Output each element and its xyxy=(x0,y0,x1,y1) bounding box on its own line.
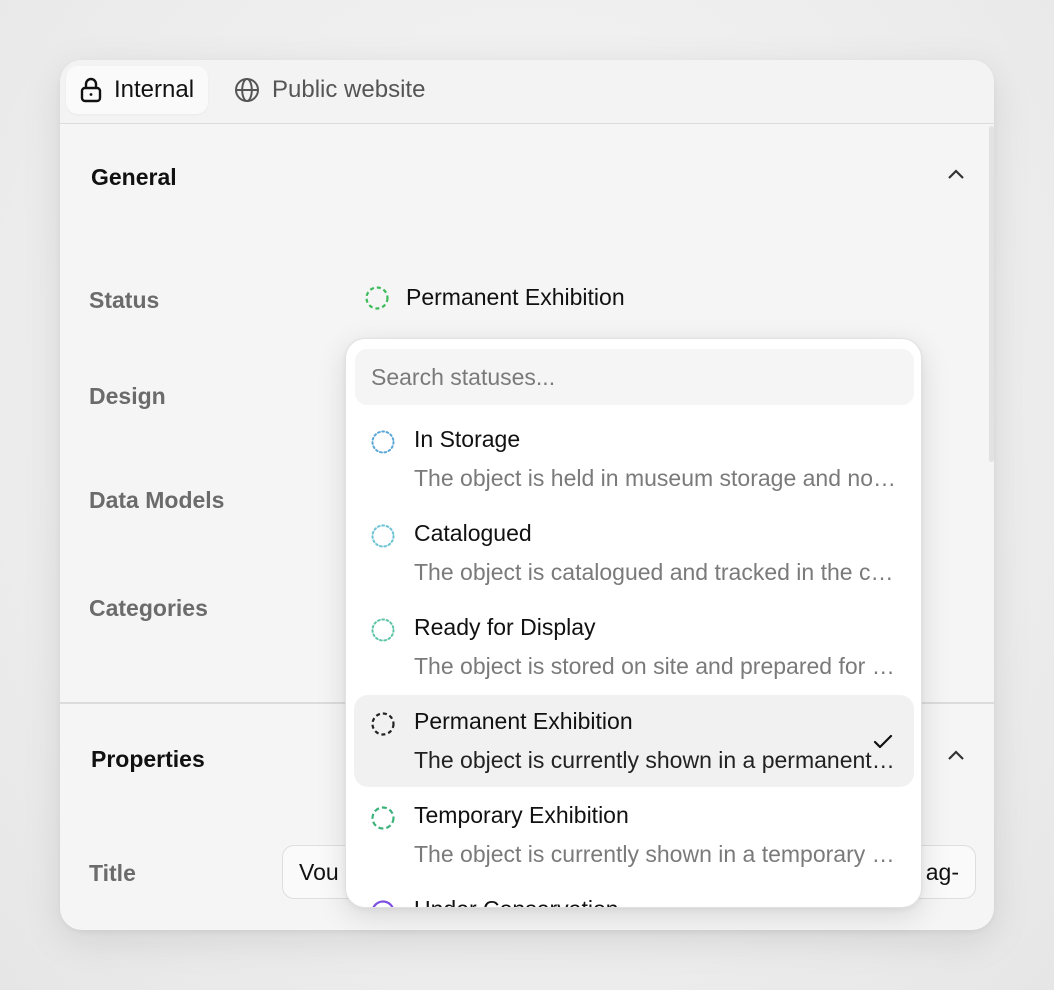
option-description: The object is currently shown in a perma… xyxy=(414,747,898,773)
status-select[interactable]: Permanent Exhibition xyxy=(364,284,625,311)
option-name: Permanent Exhibition xyxy=(414,708,633,734)
tab-public-website-label: Public website xyxy=(272,76,426,103)
status-option-in-storage[interactable]: In Storage The object is held in museum … xyxy=(354,413,914,505)
status-option-temporary-exhibition[interactable]: Temporary Exhibition The object is curre… xyxy=(354,789,914,881)
option-description: The object is catalogued and tracked in … xyxy=(414,559,898,585)
status-option-ready-for-display[interactable]: Ready for Display The object is stored o… xyxy=(354,601,914,693)
tab-bar: Internal Public website xyxy=(60,60,994,124)
scrollbar[interactable] xyxy=(989,126,994,462)
title-value-end: ag- xyxy=(925,858,959,885)
option-name: In Storage xyxy=(414,426,521,452)
dotted-circle-icon xyxy=(371,524,395,548)
option-name: Ready for Display xyxy=(414,614,596,640)
title-value-start: Vou xyxy=(299,858,339,885)
status-value-label: Permanent Exhibition xyxy=(406,284,625,310)
chevron-up-icon[interactable] xyxy=(944,163,968,187)
tab-internal[interactable]: Internal xyxy=(66,66,209,114)
status-option-permanent-exhibition[interactable]: Permanent Exhibition The object is curre… xyxy=(354,695,914,787)
globe-icon xyxy=(234,77,260,103)
general-section-title: General xyxy=(91,164,177,190)
chevron-up-icon[interactable] xyxy=(944,744,968,768)
app-background: Internal Public website General Status D… xyxy=(0,0,1054,990)
status-option-catalogued[interactable]: Catalogued The object is catalogued and … xyxy=(354,507,914,599)
tab-public-website[interactable]: Public website xyxy=(220,66,439,114)
option-description: The object is held in museum storage and… xyxy=(414,465,898,491)
checkmark-icon xyxy=(873,734,893,749)
status-option-under-conservation[interactable]: Under Conservation xyxy=(354,883,914,907)
title-label: Title xyxy=(89,860,136,886)
data-models-label: Data Models xyxy=(89,487,225,513)
categories-label: Categories xyxy=(89,595,208,621)
properties-section-title: Properties xyxy=(91,746,205,772)
dotted-circle-icon xyxy=(371,618,395,642)
dotted-circle-icon xyxy=(371,430,395,454)
dashed-circle-icon xyxy=(371,712,395,736)
option-name: Temporary Exhibition xyxy=(414,802,629,828)
half-circle-icon xyxy=(372,900,394,907)
option-description: The object is currently shown in a tempo… xyxy=(414,841,898,867)
lock-icon xyxy=(80,77,102,103)
status-label: Status xyxy=(89,287,160,313)
option-name: Under Conservation xyxy=(414,896,619,907)
tab-internal-label: Internal xyxy=(114,76,195,103)
status-dropdown: In Storage The object is held in museum … xyxy=(345,338,922,908)
search-statuses-input[interactable] xyxy=(355,349,914,405)
design-label: Design xyxy=(89,383,166,409)
dashed-circle-icon xyxy=(371,806,395,830)
option-description: The object is stored on site and prepare… xyxy=(414,653,898,679)
status-dashed-circle-icon xyxy=(365,285,389,310)
option-name: Catalogued xyxy=(414,520,532,546)
